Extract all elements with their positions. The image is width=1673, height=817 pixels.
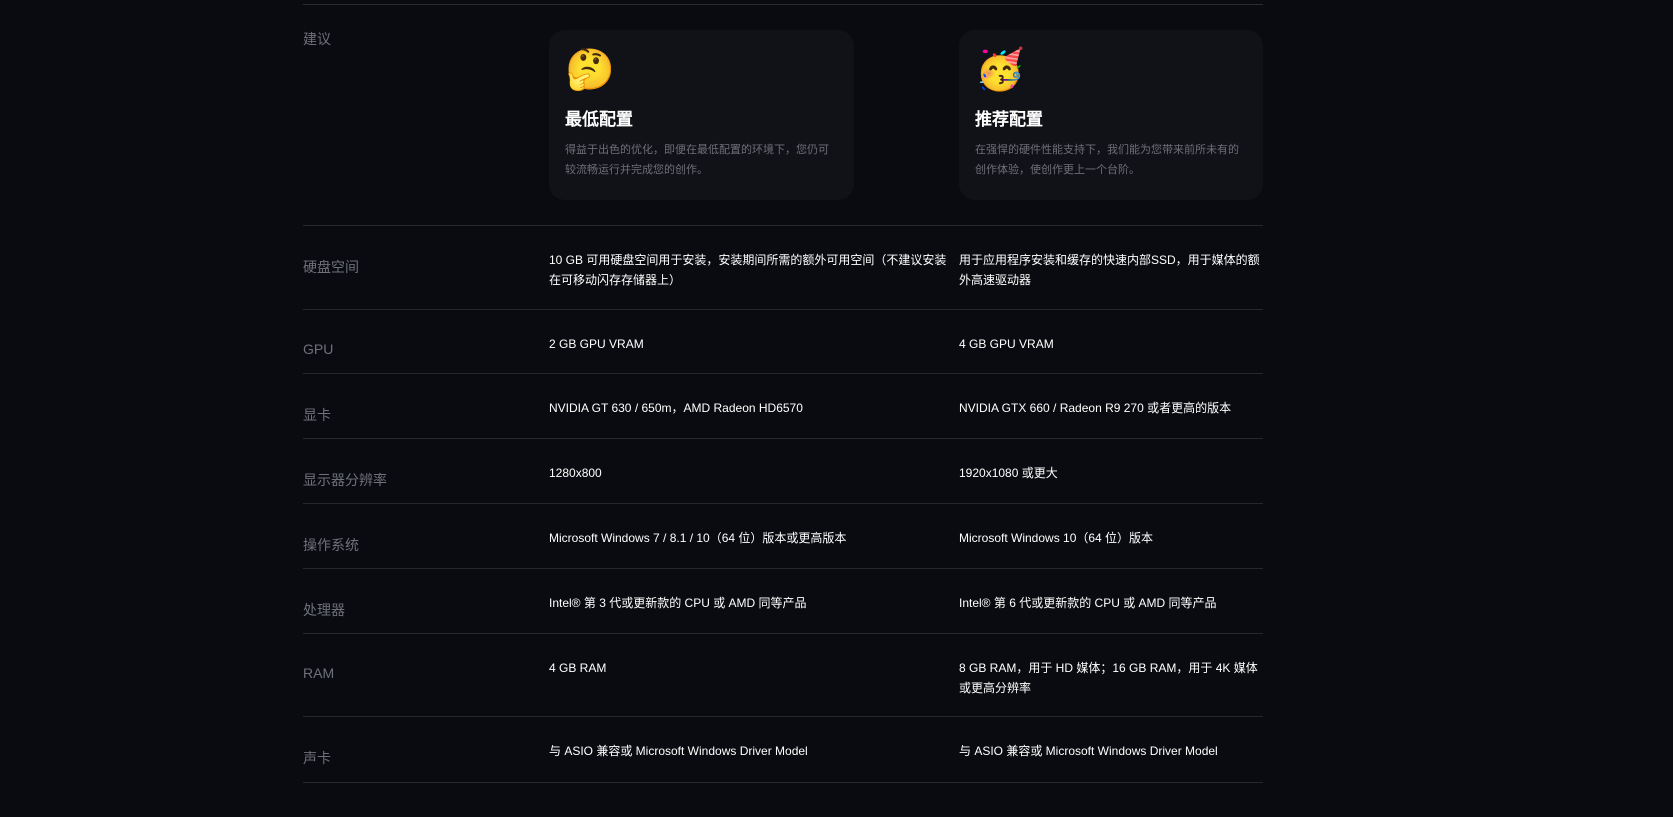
spec-row-processor: 处理器 Intel® 第 3 代或更新款的 CPU 或 AMD 同等产品 Int… bbox=[303, 569, 1263, 634]
rec-value: 1920x1080 或更大 bbox=[959, 466, 1058, 480]
rec-value: 与 ASIO 兼容或 Microsoft Windows Driver Mode… bbox=[959, 744, 1218, 758]
rec-value: Microsoft Windows 10（64 位）版本 bbox=[959, 531, 1154, 545]
row-label: 操作系统 bbox=[303, 537, 359, 553]
row-label-suggestion: 建议 bbox=[303, 31, 331, 47]
min-config-column: 🤔 最低配置 得益于出色的优化，即便在最低配置的环境下，您仍可较流畅运行并完成您… bbox=[549, 5, 959, 225]
requirements-table: 建议 🤔 最低配置 得益于出色的优化，即便在最低配置的环境下，您仍可较流畅运行并… bbox=[303, 0, 1263, 783]
min-config-title: 最低配置 bbox=[565, 110, 633, 129]
spec-row-sound-card: 声卡 与 ASIO 兼容或 Microsoft Windows Driver M… bbox=[303, 717, 1263, 783]
min-value: 与 ASIO 兼容或 Microsoft Windows Driver Mode… bbox=[549, 744, 808, 758]
row-label: RAM bbox=[303, 665, 335, 681]
rec-value: NVIDIA GTX 660 / Radeon R9 270 或者更高的版本 bbox=[959, 401, 1232, 415]
spec-row-os: 操作系统 Microsoft Windows 7 / 8.1 / 10（64 位… bbox=[303, 504, 1263, 569]
rec-config-column: 🥳 推荐配置 在强悍的硬件性能支持下，我们能为您带来前所未有的创作体验，使创作更… bbox=[959, 5, 1263, 225]
suggestion-row: 建议 🤔 最低配置 得益于出色的优化，即便在最低配置的环境下，您仍可较流畅运行并… bbox=[303, 5, 1263, 226]
spec-row-gpu: GPU 2 GB GPU VRAM 4 GB GPU VRAM bbox=[303, 310, 1263, 374]
rec-config-card: 🥳 推荐配置 在强悍的硬件性能支持下，我们能为您带来前所未有的创作体验，使创作更… bbox=[959, 30, 1263, 200]
thinking-face-icon: 🤔 bbox=[565, 48, 615, 92]
rec-value: Intel® 第 6 代或更新款的 CPU 或 AMD 同等产品 bbox=[959, 596, 1217, 610]
min-config-description: 得益于出色的优化，即便在最低配置的环境下，您仍可较流畅运行并完成您的创作。 bbox=[565, 144, 829, 176]
rec-config-title: 推荐配置 bbox=[975, 110, 1043, 129]
row-label: 显卡 bbox=[303, 407, 331, 423]
min-value: 1280x800 bbox=[549, 466, 602, 480]
rec-value: 4 GB GPU VRAM bbox=[959, 337, 1054, 351]
spec-row-display: 显示器分辨率 1280x800 1920x1080 或更大 bbox=[303, 439, 1263, 504]
row-label: 处理器 bbox=[303, 602, 345, 618]
row-label: 声卡 bbox=[303, 750, 331, 766]
min-value: Intel® 第 3 代或更新款的 CPU 或 AMD 同等产品 bbox=[549, 596, 807, 610]
rec-value: 用于应用程序安装和缓存的快速内部SSD，用于媒体的额外高速驱动器 bbox=[959, 253, 1260, 287]
min-config-card: 🤔 最低配置 得益于出色的优化，即便在最低配置的环境下，您仍可较流畅运行并完成您… bbox=[549, 30, 854, 200]
spec-row-ram: RAM 4 GB RAM 8 GB RAM，用于 HD 媒体；16 GB RAM… bbox=[303, 634, 1263, 717]
min-value: NVIDIA GT 630 / 650m，AMD Radeon HD6570 bbox=[549, 401, 803, 415]
row-label: GPU bbox=[303, 341, 334, 357]
partying-face-icon: 🥳 bbox=[975, 48, 1025, 92]
spec-row-graphics-card: 显卡 NVIDIA GT 630 / 650m，AMD Radeon HD657… bbox=[303, 374, 1263, 439]
row-label: 显示器分辨率 bbox=[303, 472, 387, 488]
min-value: 10 GB 可用硬盘空间用于安装，安装期间所需的额外可用空间（不建议安装在可移动… bbox=[549, 253, 947, 287]
spec-row-disk: 硬盘空间 10 GB 可用硬盘空间用于安装，安装期间所需的额外可用空间（不建议安… bbox=[303, 226, 1263, 310]
rec-value: 8 GB RAM，用于 HD 媒体；16 GB RAM，用于 4K 媒体或更高分… bbox=[959, 661, 1258, 695]
min-value: 4 GB RAM bbox=[549, 661, 607, 675]
row-label: 硬盘空间 bbox=[303, 259, 359, 275]
rec-config-description: 在强悍的硬件性能支持下，我们能为您带来前所未有的创作体验，使创作更上一个台阶。 bbox=[975, 144, 1239, 176]
min-value: Microsoft Windows 7 / 8.1 / 10（64 位）版本或更… bbox=[549, 531, 847, 545]
min-value: 2 GB GPU VRAM bbox=[549, 337, 644, 351]
